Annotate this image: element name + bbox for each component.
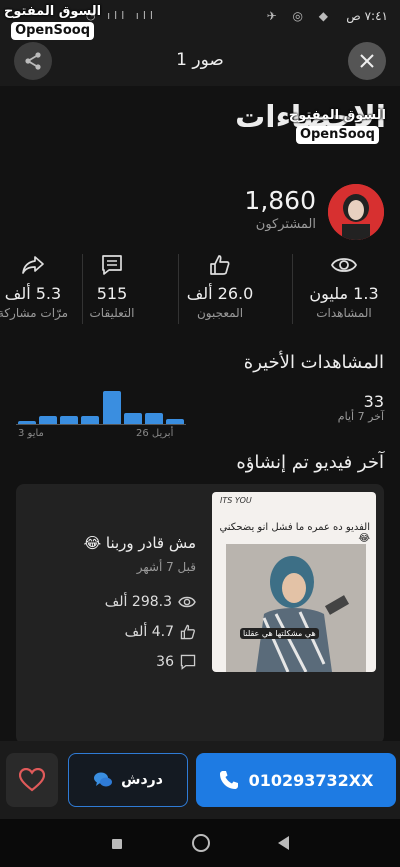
subscribers-label: المشتركون xyxy=(255,217,316,232)
video-comments: 36 xyxy=(156,654,196,670)
recents-button[interactable] xyxy=(112,839,122,849)
screenshot-image: الإحصاءات السوق المفتوح OpenSooq 1,860 ا… xyxy=(0,86,400,741)
metric-label: المشاهدات xyxy=(316,306,372,320)
divider xyxy=(292,254,293,324)
watermark-center: السوق المفتوح OpenSooq xyxy=(289,108,386,144)
video-comments-value: 36 xyxy=(156,654,174,670)
video-thumbnail: ITS YOU الفديو ده عمره ما فشل انو يضحكني… xyxy=(212,492,376,672)
contact-action-bar: دردش 010293732XX xyxy=(0,741,400,819)
profile-avatar xyxy=(328,184,384,240)
video-likes-value: 4.7 ألف xyxy=(124,624,174,640)
chart-end-date: 3 مايو xyxy=(18,428,44,439)
eye-icon xyxy=(331,258,357,272)
video-likes: 4.7 ألف xyxy=(125,624,196,640)
metric-label: مرّات مشاركة xyxy=(0,306,69,320)
chart-bar xyxy=(145,413,164,424)
video-time: قبل 7 أشهر xyxy=(136,560,196,574)
divider xyxy=(82,254,83,324)
thumbs-up-icon xyxy=(210,255,230,275)
chart-bar xyxy=(38,415,57,424)
recent-views-title: المشاهدات الأخيرة xyxy=(243,352,384,373)
latest-video-card[interactable]: ITS YOU الفديو ده عمره ما فشل انو يضحكني… xyxy=(16,484,384,741)
latest-video-title: آخر فيديو تم إنشاؤه xyxy=(236,452,384,473)
chat-label: دردش xyxy=(121,772,163,788)
metric-value: 5.3 ألف xyxy=(4,284,62,303)
watermark-top: السوق المفتوح OpenSooq xyxy=(4,4,101,40)
divider xyxy=(178,254,179,324)
chart-baseline xyxy=(16,424,186,425)
metric-value: 26.0 ألف xyxy=(186,284,254,303)
phone-icon xyxy=(219,771,238,789)
watermark-arabic: السوق المفتوح xyxy=(288,108,386,123)
status-time: ٧:٤١ ص xyxy=(346,9,388,23)
metric-value: 1.3 مليون xyxy=(309,284,379,303)
chart-bar xyxy=(60,415,79,424)
comment-icon xyxy=(102,255,122,275)
thumbnail-caption: الفديو ده عمره ما فشل انو يضحكني 😂 xyxy=(219,522,370,544)
recent-views-chart xyxy=(16,386,186,424)
chart-bar xyxy=(102,391,121,424)
thumbnail-overlay-text: هي مشكلتها هي عقلنا xyxy=(240,628,319,639)
android-nav-bar xyxy=(0,819,400,867)
chart-bar xyxy=(81,415,100,424)
comment-icon xyxy=(180,654,196,670)
chart-bar xyxy=(123,413,142,424)
watermark-arabic: السوق المفتوح xyxy=(4,4,102,19)
close-icon xyxy=(360,54,374,68)
close-button[interactable] xyxy=(348,42,386,80)
video-views-value: 298.3 ألف xyxy=(104,594,172,610)
home-button[interactable] xyxy=(192,834,210,852)
metric-label: المعجبون xyxy=(196,306,244,320)
subscribers-count: 1,860 xyxy=(244,186,316,215)
recent-views-count: 33 xyxy=(363,392,384,411)
chat-button[interactable]: دردش xyxy=(68,753,188,807)
watermark-english: OpenSooq xyxy=(295,126,379,144)
call-button[interactable]: 010293732XX xyxy=(196,753,396,807)
viewer-header: 1 صور xyxy=(0,36,400,86)
video-views: 298.3 ألف xyxy=(105,594,196,610)
share-arrow-icon xyxy=(22,256,44,274)
chat-bubbles-icon xyxy=(94,772,113,787)
metric-likes: 26.0 ألف المعجبون xyxy=(164,250,276,320)
watermark-english: OpenSooq xyxy=(11,22,95,40)
favorite-button[interactable] xyxy=(6,753,58,807)
phone-number: 010293732XX xyxy=(248,770,374,790)
thumbnail-handle: ITS YOU xyxy=(220,496,252,505)
back-button[interactable] xyxy=(278,836,289,850)
metric-views: 1.3 مليون المشاهدات xyxy=(288,250,400,320)
image-count-title: 1 صور xyxy=(176,50,224,70)
video-title: مش قادر وربنا 😂 xyxy=(83,534,196,552)
notification-icons: ✈ ◎ ◆ xyxy=(266,9,334,23)
thumbnail-photo xyxy=(226,544,366,672)
chart-start-date: 26 أبريل xyxy=(136,428,174,439)
recent-views-period: آخر 7 أيام xyxy=(337,410,384,423)
eye-icon xyxy=(178,596,196,608)
heart-icon xyxy=(19,768,45,792)
thumbs-up-icon xyxy=(180,624,195,640)
metric-shares: 5.3 ألف مرّات مشاركة xyxy=(0,250,78,320)
